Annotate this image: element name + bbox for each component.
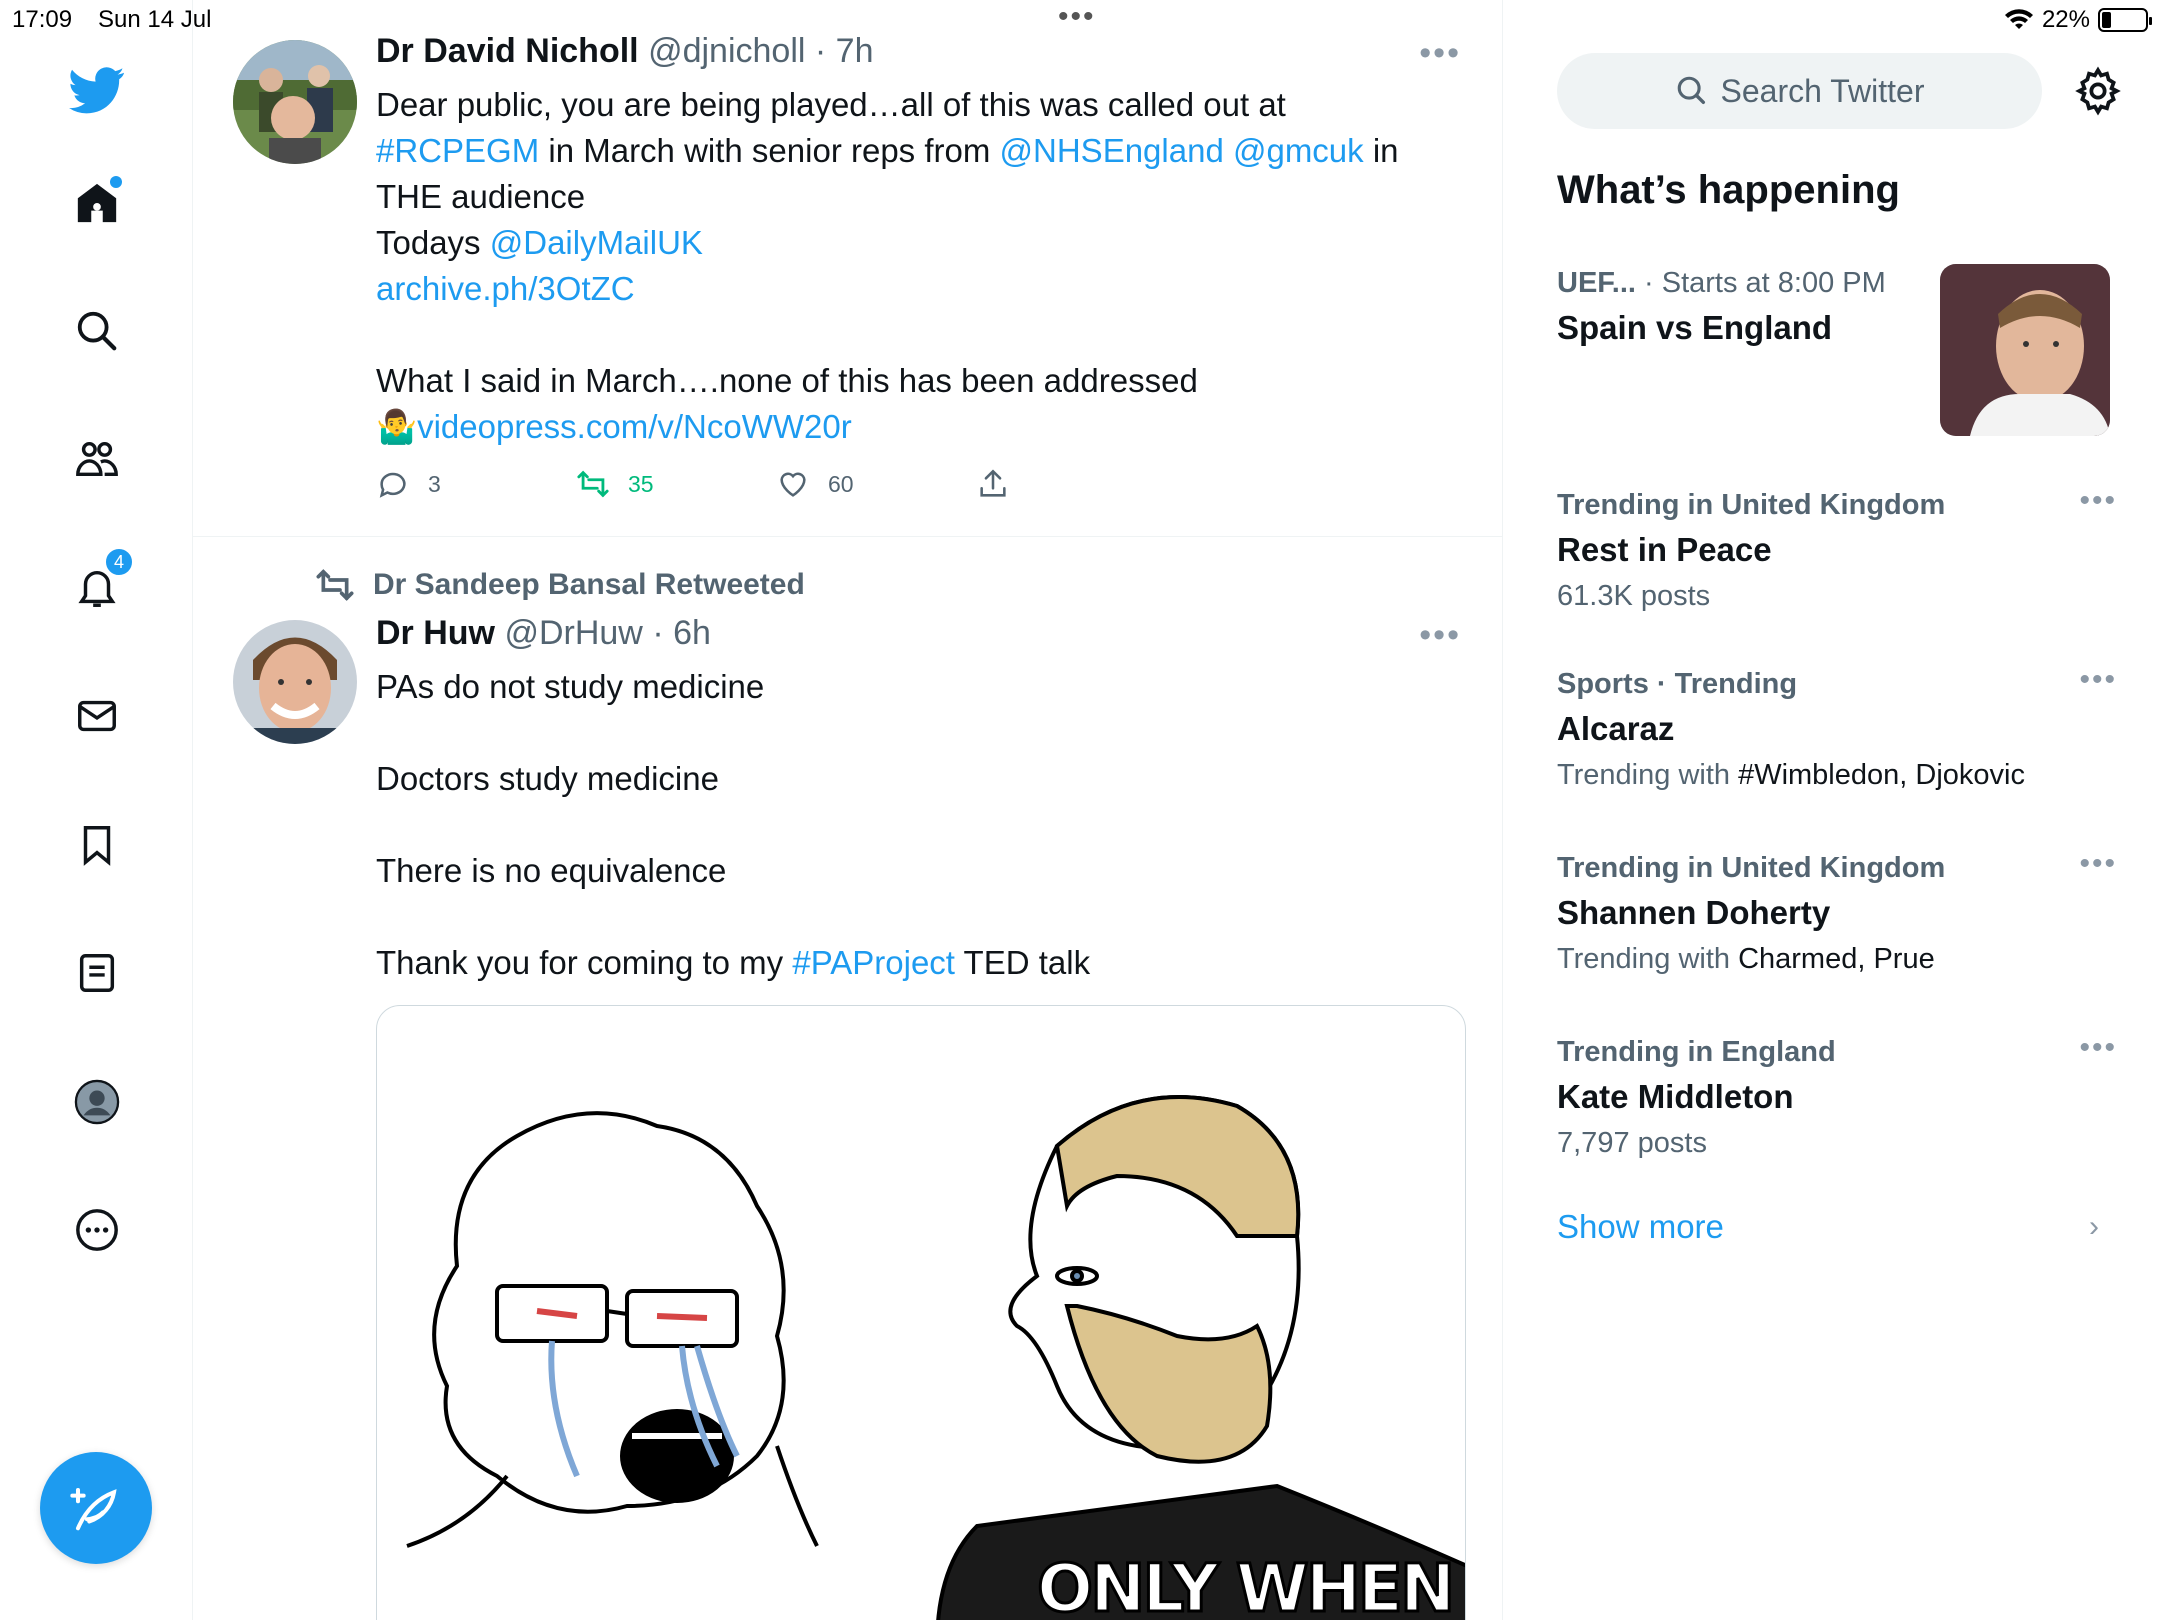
tweet-text: Dear public, you are being played…all of… (376, 82, 1436, 450)
trend-name: Alcaraz (1557, 710, 1675, 747)
trend-sub: Trending with (1557, 759, 1739, 791)
left-nav: 4 (0, 0, 193, 1620)
search-icon (1677, 76, 1705, 105)
chevron-right-icon[interactable]: › (2089, 1210, 2099, 1244)
profile-avatar-icon[interactable] (62, 1067, 132, 1137)
trend-name: Rest in Peace (1557, 531, 1772, 568)
bookmarks-icon[interactable] (62, 810, 132, 880)
tweet-text: PAs do not study medicine Doctors study … (376, 664, 1436, 986)
retweet-count: 35 (628, 470, 654, 497)
home-unread-dot (110, 176, 122, 188)
trend-meta: Trending in United Kingdom (1557, 852, 1946, 884)
communities-icon[interactable] (62, 424, 132, 494)
lists-icon[interactable] (62, 938, 132, 1008)
retweet-icon (577, 470, 609, 498)
section-title: What’s happening (1557, 168, 1900, 212)
url-link[interactable]: archive.ph/3OtZC (376, 270, 635, 307)
trend-sub-dark: #Wimbledon, Djokovic (1738, 759, 2025, 791)
trend-more-icon[interactable]: ••• (2079, 663, 2117, 697)
twitter-logo-icon[interactable] (62, 55, 132, 125)
mention-link[interactable]: @NHSEngland (1000, 132, 1224, 169)
trend-more-icon[interactable]: ••• (2079, 484, 2117, 518)
trend-meta: Sports · Trending (1557, 668, 1798, 700)
right-sidebar: Search Twitter What’s happening UEF... ·… (1503, 0, 2160, 1620)
event-category: UEF... (1557, 267, 1636, 299)
tweet[interactable]: Dr David Nicholl @djnicholl · 7h ••• Dea… (193, 0, 1503, 537)
tweet-time[interactable]: 6h (673, 614, 711, 652)
retweeted-by: Dr Sandeep Bansal Retweeted (373, 568, 805, 601)
tweet-header: Dr Huw @DrHuw · 6h (376, 614, 711, 653)
show-more-link[interactable]: Show more (1557, 1208, 1724, 1246)
retweet-context[interactable]: Dr Sandeep Bansal Retweeted (315, 565, 805, 605)
notifications-badge: 4 (104, 547, 134, 577)
reply-icon (379, 472, 406, 498)
avatar[interactable] (233, 40, 357, 164)
messages-icon[interactable] (62, 681, 132, 751)
trend-meta: Trending in United Kingdom (1557, 489, 1946, 521)
trend-sub: 61.3K posts (1557, 580, 1711, 612)
trend-item[interactable]: Trending in United Kingdom Rest in Peace… (1557, 484, 2117, 618)
retweet-icon (316, 569, 354, 601)
like-count: 60 (828, 470, 854, 497)
tweet-time[interactable]: 7h (836, 32, 874, 70)
hashtag-link[interactable]: #RCPEGM (376, 132, 539, 169)
wojak-chad-meme-image: ONLY WHEN (406, 1095, 1465, 1620)
trend-sub: Trending with (1557, 943, 1739, 975)
trend-more-icon[interactable]: ••• (2079, 1031, 2117, 1065)
author-handle[interactable]: @DrHuw (504, 614, 642, 652)
trend-more-icon[interactable]: ••• (2079, 847, 2117, 881)
event-thumbnail[interactable] (1940, 264, 2110, 436)
search-icon[interactable] (62, 296, 132, 366)
notifications-icon[interactable]: 4 (62, 547, 134, 623)
reply-button[interactable]: 3 (376, 467, 441, 501)
tweet[interactable]: Dr Sandeep Bansal Retweeted Dr Huw @DrHu… (193, 537, 1503, 1620)
avatar[interactable] (233, 620, 357, 744)
trend-sub-dark: Charmed, Prue (1738, 943, 1935, 975)
reply-count: 3 (428, 470, 441, 497)
text: in March with senior reps from (539, 132, 1000, 169)
meme-caption: ONLY WHEN (1037, 1550, 1452, 1620)
event-meta: · Starts at 8:00 PM (1644, 267, 1886, 299)
separator: · (652, 614, 664, 652)
gear-icon[interactable] (2073, 66, 2123, 116)
tweet-actions: 3 35 60 (376, 467, 1076, 507)
mention-link[interactable]: @gmcuk (1233, 132, 1364, 169)
trend-meta: Trending in England (1557, 1036, 1836, 1068)
trend-name: Kate Middleton (1557, 1078, 1794, 1115)
tweet-more-icon[interactable]: ••• (1419, 34, 1461, 73)
search-placeholder: Search Twitter (1720, 72, 1925, 109)
more-options-icon[interactable] (62, 1195, 132, 1265)
search-input[interactable]: Search Twitter (1557, 53, 2042, 129)
separator: · (814, 32, 827, 70)
trend-sub: 7,797 posts (1557, 1127, 1707, 1159)
text: What I said in March….none of this has b… (376, 362, 1198, 399)
tweet-header: Dr David Nicholl @djnicholl · 7h (376, 32, 874, 71)
tweet-media-image[interactable]: ONLY WHEN (376, 1005, 1466, 1620)
trend-item[interactable]: Trending in England Kate Middleton 7,797… (1557, 1031, 2117, 1165)
home-icon[interactable] (62, 168, 132, 238)
compose-feather-icon (70, 1487, 117, 1531)
shrug-emoji: 🤷‍♂️ (376, 408, 418, 445)
author-name[interactable]: Dr David Nicholl (376, 32, 639, 70)
share-button[interactable] (976, 467, 1010, 501)
heart-icon (780, 472, 806, 497)
compose-tweet-button[interactable] (40, 1452, 152, 1564)
hashtag-link[interactable]: #PAProject (792, 944, 955, 981)
author-handle[interactable]: @djnicholl (648, 32, 805, 70)
author-name[interactable]: Dr Huw (376, 614, 495, 652)
trend-item[interactable]: Trending in United Kingdom Shannen Doher… (1557, 847, 2117, 981)
url-link[interactable]: videopress.com/v/NcoWW20r (417, 408, 852, 445)
share-icon (980, 469, 1006, 497)
like-button[interactable]: 60 (776, 467, 854, 501)
retweet-button[interactable]: 35 (576, 467, 654, 501)
trend-item[interactable]: Sports · Trending Alcaraz Trending with … (1557, 663, 2117, 797)
text (1224, 132, 1233, 169)
timeline: Dr David Nicholl @djnicholl · 7h ••• Dea… (193, 0, 1503, 1620)
text: TED talk (954, 944, 1091, 981)
text: PAs do not study medicine Doctors study … (376, 668, 784, 981)
tweet-more-icon[interactable]: ••• (1419, 616, 1461, 655)
text: Dear public, you are being played…all of… (376, 86, 1286, 123)
trend-name: Shannen Doherty (1557, 894, 1831, 931)
mention-link[interactable]: @DailyMailUK (490, 224, 703, 261)
